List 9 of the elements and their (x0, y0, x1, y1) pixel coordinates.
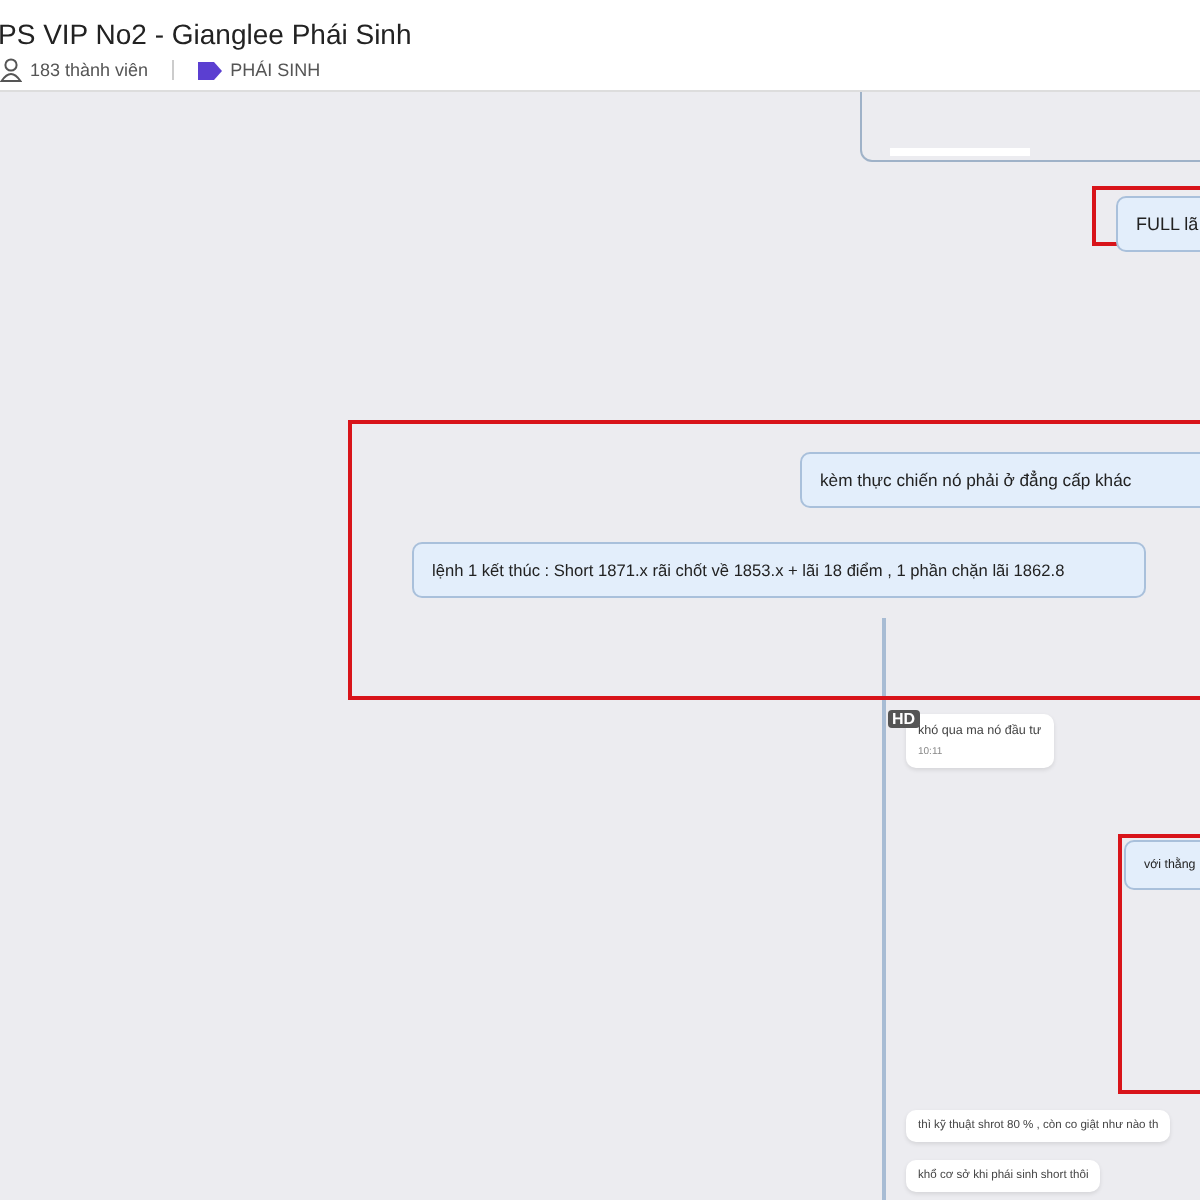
hd-badge: HD (888, 710, 920, 728)
message-text: FULL lã (1136, 214, 1199, 234)
tag-label: PHÁI SINH (230, 60, 321, 80)
message-text: kèm thực chiến nó phải ở đẳng cấp khác (820, 470, 1132, 490)
member-count: 183 thành viên (30, 60, 149, 80)
tag-icon (198, 61, 223, 79)
user-icon (0, 58, 22, 82)
group-title: PS VIP No2 - Gianglee Phái Sinh (0, 18, 414, 50)
message-text: lệnh 1 kết thúc : Short 1871.x rãi chốt về 1853.x + lãi 18 điểm , 1 phần chặn lãi 1862.8 (432, 560, 1065, 580)
